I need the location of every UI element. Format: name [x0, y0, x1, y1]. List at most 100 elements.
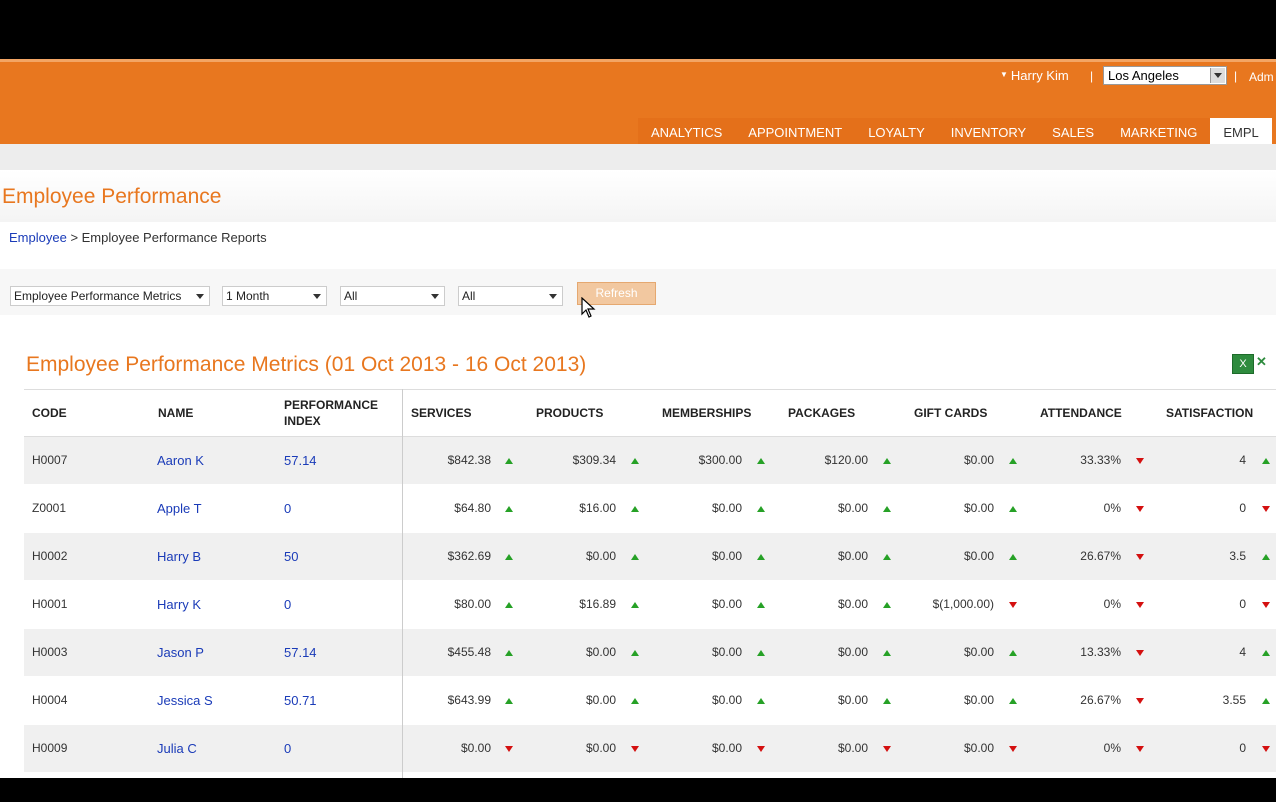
divider: | [1234, 69, 1238, 83]
cell-satisfaction: 0 [1239, 741, 1246, 755]
report-type-select[interactable]: Employee Performance Metrics [10, 286, 210, 306]
cell-performance-index-link[interactable]: 0 [284, 485, 384, 532]
cell-name-link[interactable]: Aaron K [157, 437, 277, 484]
breadcrumb-current: > Employee Performance Reports [70, 230, 267, 245]
cell-performance-index-link[interactable]: 0 [284, 725, 384, 772]
col-attendance[interactable]: ATTENDANCE [1040, 390, 1122, 436]
col-memberships[interactable]: MEMBERSHIPS [662, 390, 751, 436]
mouse-cursor-icon [581, 297, 596, 318]
trend-down-icon [1262, 746, 1270, 752]
cell-name-link[interactable]: Julia C [157, 725, 277, 772]
cell-services: $362.69 [447, 549, 491, 563]
table-row: H0007 Aaron K 57.14 $842.38 $309.34 $300.00 $1… [24, 437, 1276, 485]
cell-attendance: 33.33% [1080, 453, 1121, 467]
nav-employee[interactable]: EMPL [1210, 118, 1272, 147]
cell-attendance: 26.67% [1080, 693, 1121, 707]
caret-down-icon: ▼ [1000, 70, 1008, 79]
user-menu[interactable]: ▼ Harry Kim [1000, 68, 1069, 83]
breadcrumb: Employee > Employee Performance Reports [9, 230, 267, 245]
dropdown-arrow-icon [431, 294, 439, 299]
col-performance-index[interactable]: PERFORMANCE INDEX [284, 390, 384, 436]
cell-performance-index-link[interactable]: 57.14 [284, 437, 384, 484]
col-code[interactable]: CODE [32, 390, 67, 436]
cell-satisfaction: 0 [1239, 597, 1246, 611]
cell-attendance: 0% [1103, 741, 1121, 755]
cell-packages: $120.00 [824, 453, 868, 467]
cell-services: $643.99 [447, 693, 491, 707]
cell-products: $309.34 [572, 453, 616, 467]
cell-packages: $0.00 [837, 693, 868, 707]
cell-name-link[interactable]: Harry K [157, 581, 277, 628]
cell-services: $455.48 [447, 645, 491, 659]
cell-code: H0004 [32, 693, 68, 707]
cell-attendance: 13.33% [1080, 645, 1121, 659]
col-products[interactable]: PRODUCTS [536, 390, 603, 436]
nav-marketing[interactable]: MARKETING [1107, 118, 1210, 147]
cell-performance-index-link[interactable]: 50 [284, 533, 384, 580]
trend-up-icon [1262, 650, 1270, 656]
report-title: Employee Performance Metrics (01 Oct 201… [26, 353, 587, 376]
filter2-value: All [462, 289, 476, 303]
cell-memberships: $0.00 [711, 501, 742, 515]
cell-packages: $0.00 [837, 597, 868, 611]
cell-satisfaction: 4 [1239, 645, 1246, 659]
col-satisfaction[interactable]: SATISFACTION [1166, 390, 1253, 436]
cell-satisfaction: 0 [1239, 501, 1246, 515]
nav-analytics[interactable]: ANALYTICS [638, 118, 735, 147]
col-services[interactable]: SERVICES [411, 390, 471, 436]
cell-memberships: $0.00 [711, 741, 742, 755]
cell-name-link[interactable]: Jessica S [157, 677, 277, 724]
filter2-select[interactable]: All [458, 286, 563, 306]
table-row: H0004 Jessica S 50.71 $643.99 $0.00 $0.00 $0.0… [24, 677, 1276, 725]
cell-memberships: $0.00 [711, 645, 742, 659]
cell-code: Z0001 [32, 501, 67, 515]
table-row: H0002 Harry B 50 $362.69 $0.00 $0.00 $0.00 $0.0… [24, 533, 1276, 581]
cell-performance-index-link[interactable]: 57.14 [284, 629, 384, 676]
dropdown-arrow-icon [196, 294, 204, 299]
cell-services: $842.38 [447, 453, 491, 467]
report-type-value: Employee Performance Metrics [14, 289, 182, 303]
location-select[interactable]: Los Angeles [1103, 66, 1227, 85]
period-select[interactable]: 1 Month [222, 286, 327, 306]
col-name[interactable]: NAME [158, 390, 193, 436]
period-value: 1 Month [226, 289, 270, 303]
col-gift-cards[interactable]: GIFT CARDS [914, 390, 987, 436]
admin-link[interactable]: Adm [1249, 70, 1274, 84]
dropdown-arrow-icon[interactable] [1210, 68, 1225, 83]
excel-export-icon[interactable]: X [1232, 354, 1254, 374]
dropdown-arrow-icon [313, 294, 321, 299]
filter1-value: All [344, 289, 358, 303]
cell-services: $0.00 [460, 741, 491, 755]
cell-performance-index-link[interactable]: 50.71 [284, 677, 384, 724]
cell-services: $80.00 [454, 597, 491, 611]
cell-gift-cards: $0.00 [963, 645, 994, 659]
cell-name-link[interactable]: Harry B [157, 533, 277, 580]
cell-attendance: 0% [1103, 501, 1121, 515]
nav-appointment[interactable]: APPOINTMENT [735, 118, 855, 147]
table-row: H0009 Julia C 0 $0.00 $0.00 $0.00 $0.00 $0.00 0%… [24, 725, 1276, 773]
col-packages[interactable]: PACKAGES [788, 390, 855, 436]
cell-performance-index-link[interactable]: 0 [284, 581, 384, 628]
excel-export-icon[interactable]: ✕ [1256, 354, 1276, 374]
cell-gift-cards: $0.00 [963, 741, 994, 755]
location-value: Los Angeles [1108, 68, 1179, 83]
table-row: H0001 Harry K 0 $80.00 $16.89 $0.00 $0.00 $(1,0… [24, 581, 1276, 629]
nav-inventory[interactable]: INVENTORY [938, 118, 1039, 147]
cell-code: H0003 [32, 645, 68, 659]
cell-packages: $0.00 [837, 741, 868, 755]
main-nav: ANALYTICS APPOINTMENT LOYALTY INVENTORY … [638, 118, 1272, 147]
cell-code: H0002 [32, 549, 68, 563]
cell-products: $0.00 [585, 693, 616, 707]
cell-satisfaction: 3.55 [1222, 693, 1246, 707]
cell-products: $0.00 [585, 549, 616, 563]
cell-gift-cards: $0.00 [963, 453, 994, 467]
breadcrumb-employee-link[interactable]: Employee [9, 230, 67, 245]
user-name: Harry Kim [1010, 68, 1069, 83]
table-body: H0007 Aaron K 57.14 $842.38 $309.34 $300.00 $1… [24, 437, 1276, 773]
cell-name-link[interactable]: Jason P [157, 629, 277, 676]
cell-name-link[interactable]: Apple T [157, 485, 277, 532]
nav-loyalty[interactable]: LOYALTY [855, 118, 938, 147]
nav-sales[interactable]: SALES [1039, 118, 1107, 147]
cell-gift-cards: $0.00 [963, 693, 994, 707]
filter1-select[interactable]: All [340, 286, 445, 306]
